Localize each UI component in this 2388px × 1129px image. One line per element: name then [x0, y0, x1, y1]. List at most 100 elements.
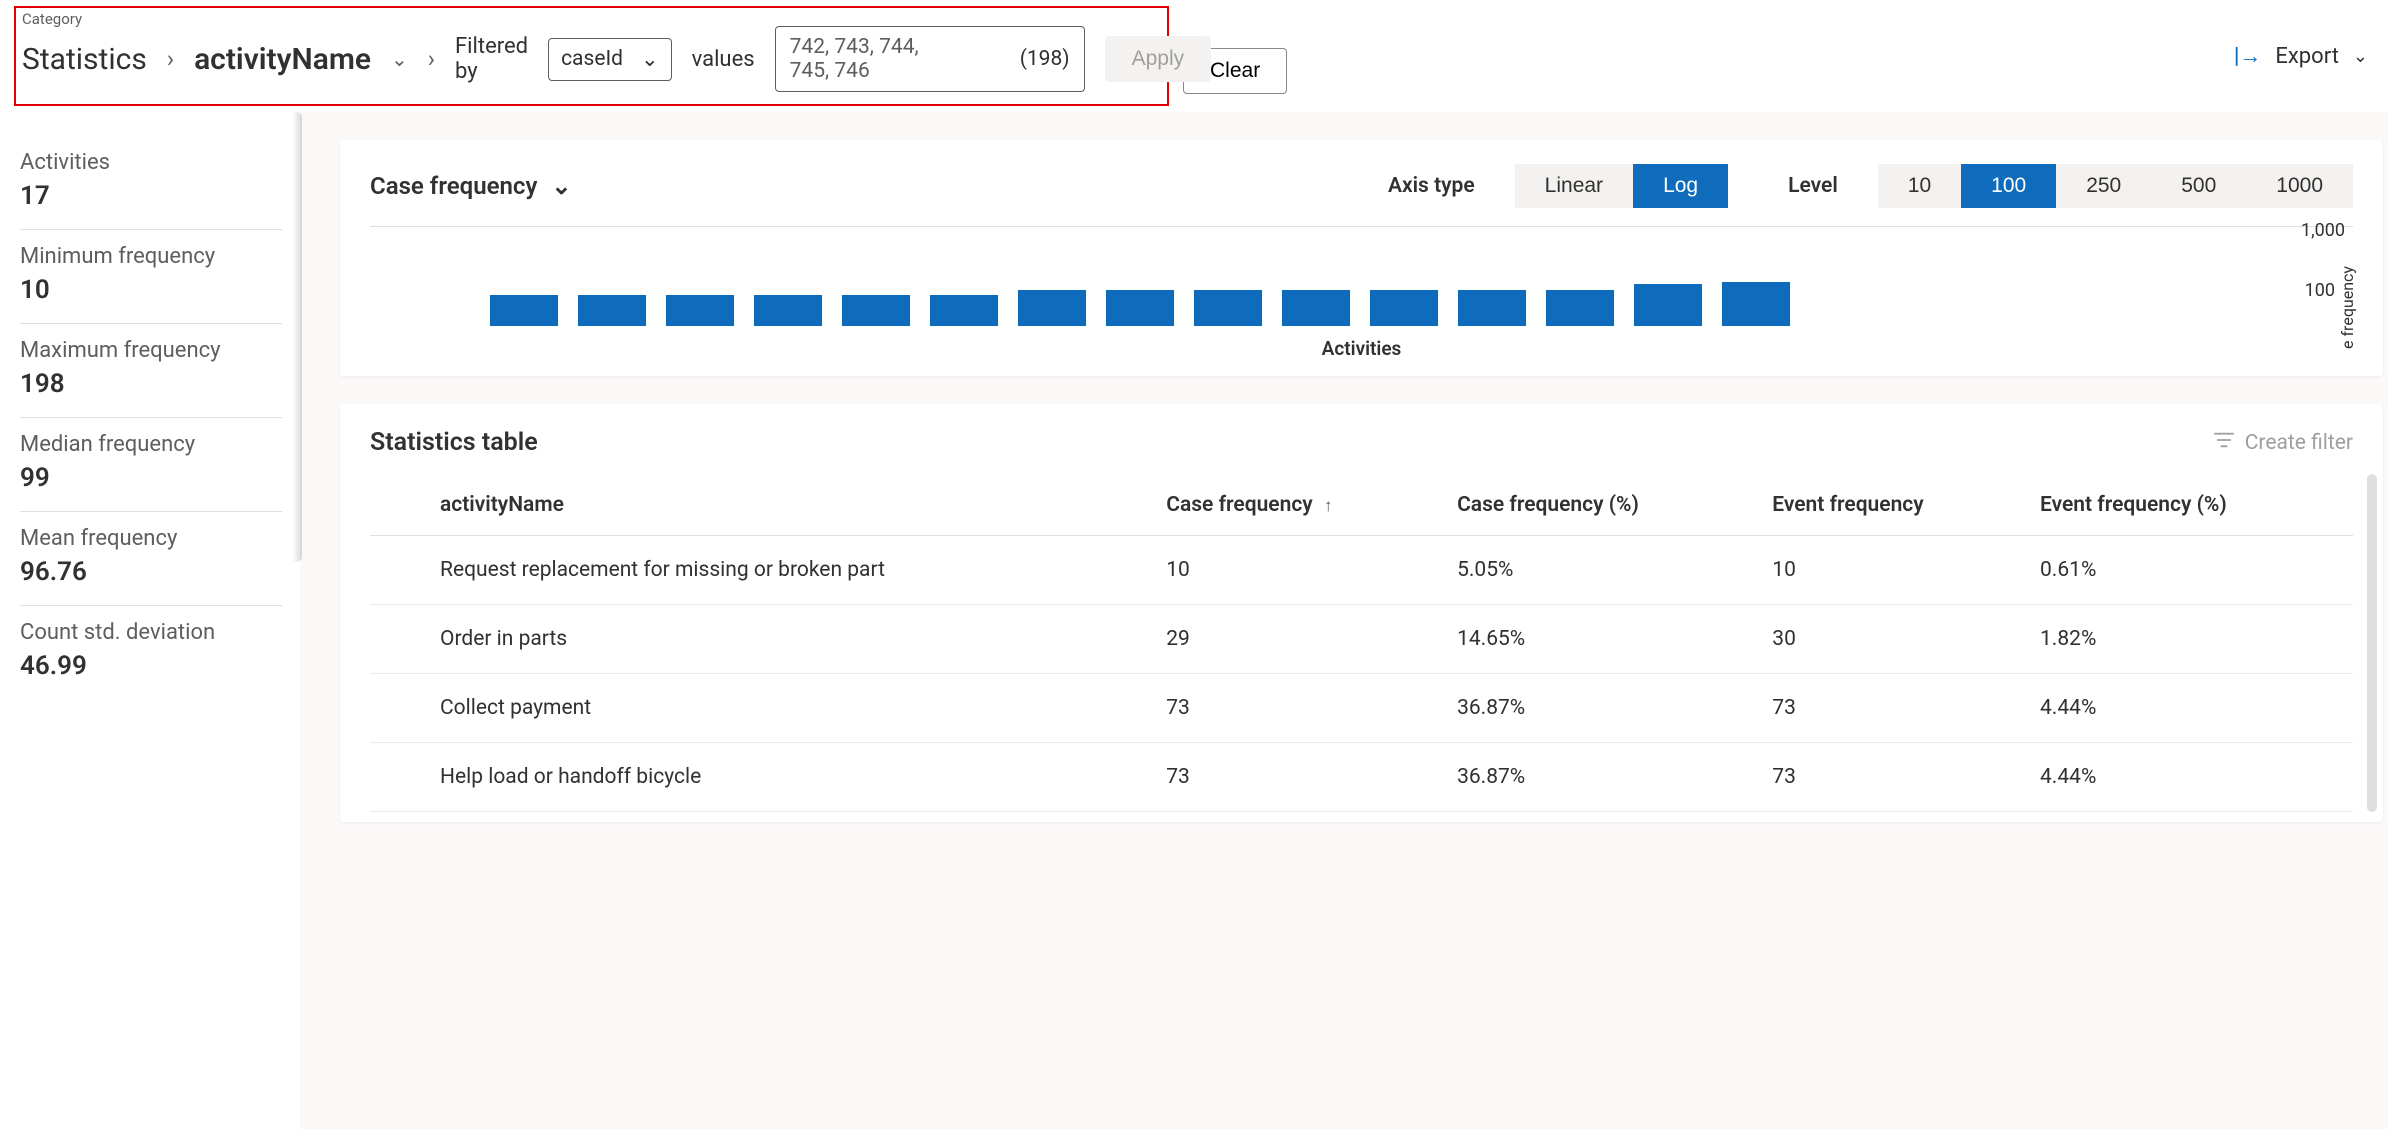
export-button[interactable]: |→ Export ⌄	[2234, 6, 2374, 106]
breadcrumb-filter-bar: Category Statistics › activityName ⌄ › F…	[14, 6, 1169, 106]
level-1000-button[interactable]: 1000	[2246, 164, 2353, 208]
bar	[754, 295, 822, 326]
stat-value: 46.99	[20, 651, 282, 681]
y-tick-100: 100	[2305, 280, 2335, 301]
cell-case-pct: 36.87%	[1447, 674, 1762, 743]
bar	[1194, 290, 1262, 326]
cell-event-pct: 4.44%	[2030, 674, 2353, 743]
chart-title-text: Case frequency	[370, 172, 537, 200]
col-case-frequency-label: Case frequency	[1166, 493, 1312, 517]
sort-ascending-icon: ↑	[1318, 496, 1333, 516]
cell-case-freq: 73	[1156, 674, 1447, 743]
col-case-frequency-pct[interactable]: Case frequency (%)	[1447, 475, 1762, 536]
stat-label: Count std. deviation	[20, 620, 282, 645]
stat-min-frequency: Minimum frequency 10	[20, 230, 282, 324]
col-activityname[interactable]: activityName	[430, 475, 1156, 536]
bar	[1018, 290, 1086, 326]
table-row[interactable]: Help load or handoff bicycle7336.87%734.…	[370, 743, 2353, 812]
axis-type-label: Axis type	[1388, 174, 1475, 198]
cell-event-pct: 0.61%	[2030, 536, 2353, 605]
cell-case-pct: 14.65%	[1447, 605, 1762, 674]
content-area: Case frequency ⌄ Axis type Linear Log Le…	[300, 112, 2388, 1129]
stat-mean-frequency: Mean frequency 96.76	[20, 512, 282, 606]
values-label: values	[692, 47, 755, 72]
bar	[1722, 282, 1790, 326]
level-250-button[interactable]: 250	[2056, 164, 2151, 208]
cell-case-freq: 73	[1156, 743, 1447, 812]
cell-case-freq: 10	[1156, 536, 1447, 605]
cell-activityname: Help load or handoff bicycle	[430, 743, 1156, 812]
table-row[interactable]: Collect payment7336.87%734.44%	[370, 674, 2353, 743]
apply-button[interactable]: Apply	[1105, 36, 1212, 82]
export-label: Export	[2275, 44, 2339, 69]
table-row[interactable]: Request replacement for missing or broke…	[370, 536, 2353, 605]
chart-title-dropdown[interactable]: Case frequency ⌄	[370, 172, 571, 200]
level-10-button[interactable]: 10	[1878, 164, 1961, 208]
stat-activities: Activities 17	[20, 136, 282, 230]
filter-field-dropdown[interactable]: caseId ⌄	[548, 38, 672, 81]
chevron-down-icon[interactable]: ⌄	[391, 47, 408, 71]
chevron-right-icon: ›	[428, 45, 435, 73]
chevron-right-icon: ›	[167, 45, 174, 73]
col-case-frequency[interactable]: Case frequency ↑	[1156, 475, 1447, 536]
stat-label: Median frequency	[20, 432, 282, 457]
axis-type-segmented: Linear Log	[1515, 164, 1728, 208]
bar	[1546, 290, 1614, 326]
bar	[578, 295, 646, 326]
statistics-table: activityName Case frequency ↑ Case frequ…	[370, 475, 2353, 812]
y-axis-title: e frequency	[2338, 266, 2357, 349]
summary-sidebar: Activities 17 Minimum frequency 10 Maxim…	[0, 112, 300, 1129]
bar	[1106, 290, 1174, 326]
filter-values-input[interactable]: 742, 743, 744, 745, 746 (198)	[775, 26, 1085, 92]
statistics-table-card: Statistics table Create filter activityN…	[340, 404, 2383, 822]
stat-label: Maximum frequency	[20, 338, 282, 363]
create-filter-label: Create filter	[2245, 431, 2353, 455]
cell-event-pct: 1.82%	[2030, 605, 2353, 674]
cell-case-freq: 29	[1156, 605, 1447, 674]
cell-event-pct: 4.44%	[2030, 743, 2353, 812]
chevron-down-icon: ⌄	[641, 47, 659, 72]
breadcrumb-root[interactable]: Statistics	[22, 42, 147, 77]
scrollbar[interactable]	[2367, 474, 2377, 812]
cell-activityname: Order in parts	[430, 605, 1156, 674]
stat-max-frequency: Maximum frequency 198	[20, 324, 282, 418]
col-event-frequency-pct[interactable]: Event frequency (%)	[2030, 475, 2353, 536]
cell-event-freq: 10	[1762, 536, 2030, 605]
bar	[666, 295, 734, 326]
col-event-frequency[interactable]: Event frequency	[1762, 475, 2030, 536]
filter-values-text: 742, 743, 744, 745, 746	[790, 35, 950, 83]
create-filter-button[interactable]: Create filter	[2213, 430, 2353, 455]
axis-log-button[interactable]: Log	[1633, 164, 1728, 208]
bar	[842, 295, 910, 326]
stat-value: 99	[20, 463, 282, 493]
cell-event-freq: 30	[1762, 605, 2030, 674]
statistics-table-title: Statistics table	[370, 428, 538, 457]
filter-field-value: caseId	[561, 47, 623, 71]
x-axis-title: Activities	[1322, 337, 1402, 360]
level-500-button[interactable]: 500	[2151, 164, 2246, 208]
breadcrumb-activity[interactable]: activityName	[194, 42, 371, 77]
chart-card: Case frequency ⌄ Axis type Linear Log Le…	[340, 140, 2383, 376]
level-100-button[interactable]: 100	[1961, 164, 2056, 208]
stat-label: Mean frequency	[20, 526, 282, 551]
stat-label: Minimum frequency	[20, 244, 282, 269]
chevron-down-icon: ⌄	[551, 172, 571, 200]
cell-event-freq: 73	[1762, 674, 2030, 743]
cell-activityname: Request replacement for missing or broke…	[430, 536, 1156, 605]
bar	[1458, 290, 1526, 326]
cell-case-pct: 5.05%	[1447, 536, 1762, 605]
axis-linear-button[interactable]: Linear	[1515, 164, 1633, 208]
bar-chart: 1,000 100 e frequency Activities	[370, 226, 2353, 366]
bar	[1282, 290, 1350, 326]
bar	[1370, 290, 1438, 326]
y-tick-1000: 1,000	[2301, 220, 2345, 241]
stat-std-deviation: Count std. deviation 46.99	[20, 606, 282, 699]
cell-event-freq: 73	[1762, 743, 2030, 812]
filter-icon	[2213, 430, 2235, 455]
cell-activityname: Collect payment	[430, 674, 1156, 743]
filter-values-count: (198)	[1020, 47, 1070, 71]
stat-label: Activities	[20, 150, 282, 175]
bar	[930, 295, 998, 326]
table-row[interactable]: Order in parts2914.65%301.82%	[370, 605, 2353, 674]
bar	[1634, 284, 1702, 326]
